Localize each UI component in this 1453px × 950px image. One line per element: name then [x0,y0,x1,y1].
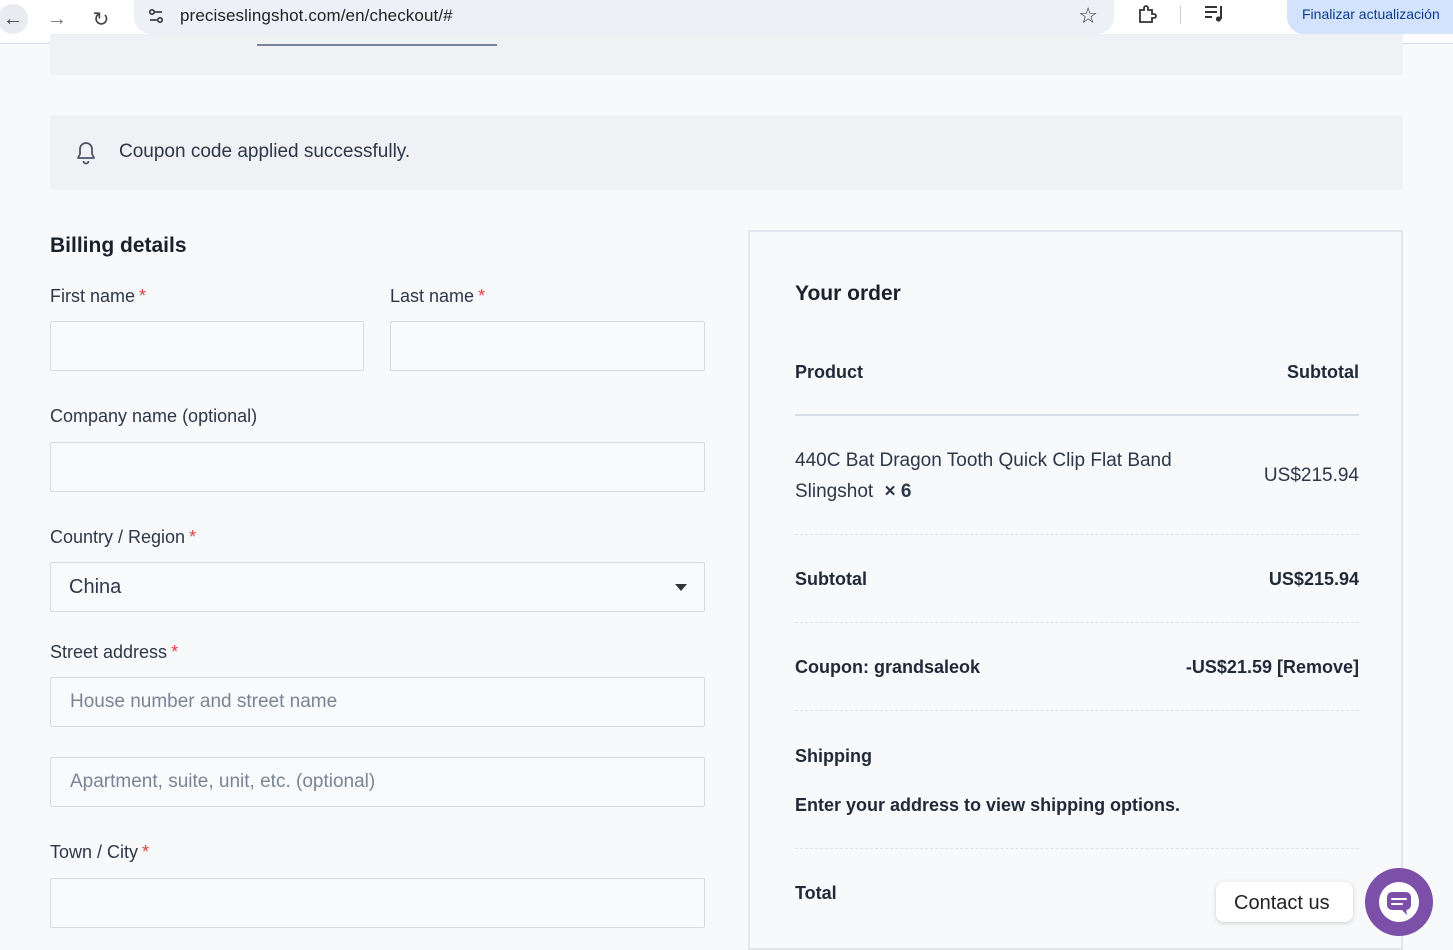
subtotal-divider [795,622,1359,623]
last-name-input[interactable] [390,321,705,371]
extensions-icon[interactable] [1135,3,1159,27]
coupon-divider [795,710,1359,711]
site-info-icon[interactable] [146,6,166,26]
coupon-notice-text: Coupon code applied successfully. [119,141,411,162]
required-mark: * [171,642,179,662]
subtotal-value: US$215.94 [1268,569,1359,589]
product-name-text: 440C Bat Dragon Tooth Quick Clip Flat Ba… [795,450,1172,502]
required-mark: * [478,286,486,306]
coupon-label: Coupon: grandsaleok [795,657,981,677]
street-label: Street address * [50,642,178,663]
bell-icon [77,142,95,165]
last-name-label: Last name * [390,286,485,307]
order-header-row: Product Subtotal [795,362,1359,383]
order-title: Your order [795,282,901,305]
shipping-message: Enter your address to view shipping opti… [795,795,1181,815]
last-name-label-text: Last name [390,286,475,306]
coupon-row: Coupon: grandsaleok -US$21.59 [Remove] [795,657,1359,678]
first-name-label-text: First name [50,286,136,306]
country-label-text: Country / Region [50,527,186,547]
url-text[interactable]: preciseslingshot.com/en/checkout/# [180,6,453,26]
country-label: Country / Region * [50,527,196,548]
required-mark: * [142,842,150,862]
chat-icon [1379,882,1419,922]
subtotal-column-header: Subtotal [1287,362,1359,382]
street-label-text: Street address [50,642,168,662]
city-label-text: Town / City [50,842,139,862]
media-control-icon[interactable] [1203,3,1227,25]
order-summary: Your order Product Subtotal 440C Bat Dra… [748,230,1403,950]
city-input[interactable] [50,878,705,928]
notice-link-underline [257,44,497,46]
country-select-value: China [69,576,122,598]
first-name-label: First name * [50,286,146,307]
remove-coupon-link[interactable]: -US$21.59 [Remove] [1186,657,1359,678]
shipping-label: Shipping [795,746,872,766]
company-label-text: Company name (optional) [50,406,258,426]
apartment-input[interactable] [50,757,705,807]
product-column-header: Product [795,362,864,382]
subtotal-row: Subtotal US$215.94 [795,569,1359,590]
finish-update-button[interactable]: Finalizar actualización [1287,0,1453,34]
city-label: Town / City * [50,842,149,863]
header-divider [795,414,1359,416]
chat-bubble-icon [1387,892,1411,915]
toolbar-divider [1180,6,1181,24]
reload-icon[interactable]: ↻ [86,4,116,34]
info-notice-partial [50,34,1403,75]
company-input[interactable] [50,442,705,492]
first-name-input[interactable] [50,321,364,371]
country-select[interactable]: China [50,562,705,612]
required-mark: * [189,527,197,547]
order-item-row: 440C Bat Dragon Tooth Quick Clip Flat Ba… [795,445,1359,507]
product-quantity: × 6 [884,481,912,502]
product-name: 440C Bat Dragon Tooth Quick Clip Flat Ba… [795,445,1185,507]
dropdown-caret-icon [675,584,687,591]
address-bar[interactable]: preciseslingshot.com/en/checkout/# ☆ [134,0,1114,34]
product-price: US$215.94 [1263,465,1359,486]
billing-title: Billing details [50,234,187,257]
street-address-input[interactable] [50,677,705,727]
subtotal-label: Subtotal [795,569,867,589]
contact-us-bubble[interactable]: Contact us [1216,882,1353,922]
shipping-divider [795,848,1359,849]
company-label: Company name (optional) [50,406,257,427]
coupon-notice: Coupon code applied successfully. [50,115,1403,190]
forward-arrow-icon[interactable]: → [42,4,72,34]
item-divider [795,534,1359,535]
bookmark-star-icon[interactable]: ☆ [1078,3,1098,29]
back-arrow-icon[interactable]: ← [0,4,28,34]
chat-launcher-button[interactable] [1365,868,1433,936]
total-label: Total [795,883,837,903]
required-mark: * [139,286,147,306]
